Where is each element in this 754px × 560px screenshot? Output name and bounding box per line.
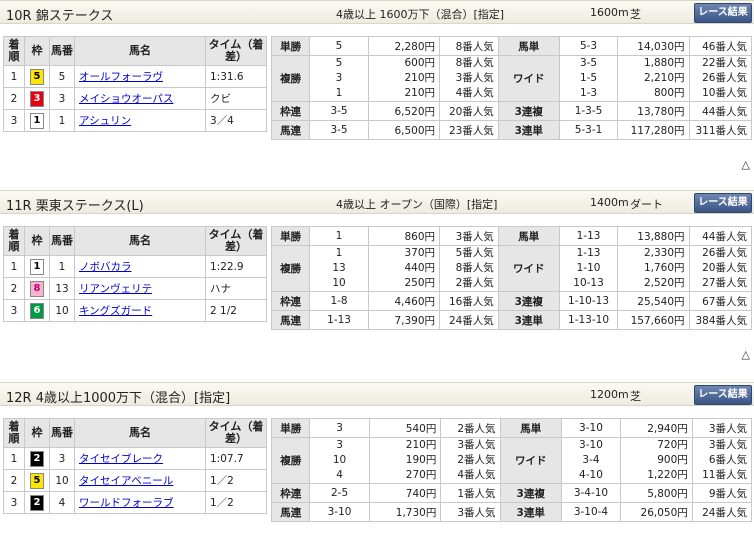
col-waku: 枠 bbox=[24, 226, 50, 256]
table-row: 1 5 5 オールフォーラヴ 1:31.6 bbox=[3, 65, 267, 88]
race-title: 12R 4歳以上1000万下（混合）[指定] bbox=[6, 391, 231, 406]
horse-name-link[interactable]: メイショウオーパス bbox=[79, 93, 173, 105]
waku-badge: 1 bbox=[30, 258, 44, 275]
col-name: 馬名 bbox=[74, 36, 206, 66]
page-top-icon[interactable]: △ bbox=[742, 158, 750, 171]
race-title: 11R 栗東ステークス(L) bbox=[6, 199, 144, 214]
waku-badge: 5 bbox=[30, 472, 44, 489]
result-table: 着順 枠 馬番 馬名 タイム（着差） 1 2 3 タイセイブレーク 1:07.7… bbox=[3, 418, 267, 514]
race-result-button[interactable]: レース結果 bbox=[694, 193, 752, 213]
col-name: 馬名 bbox=[74, 226, 206, 256]
col-num: 馬番 bbox=[49, 226, 75, 256]
waku-badge: 8 bbox=[30, 280, 44, 297]
col-waku: 枠 bbox=[24, 418, 50, 448]
race-section-12r: 12R 4歳以上1000万下（混合）[指定] 1200m 芝 レース結果 着順 … bbox=[0, 382, 754, 560]
horse-name-link[interactable]: オールフォーラヴ bbox=[79, 71, 163, 83]
race-distance: 1200m bbox=[590, 388, 629, 401]
payout-table: 単勝 1 860円 3番人気 馬単 1-13 13,880円 44番人気 複勝 … bbox=[270, 226, 753, 330]
col-waku: 枠 bbox=[24, 36, 50, 66]
table-row: 3 2 4 ワールドフォーラブ 1／2 bbox=[3, 491, 267, 514]
table-row: 3 1 1 アシュリン 3／4 bbox=[3, 109, 267, 132]
horse-name-link[interactable]: アシュリン bbox=[79, 115, 131, 127]
horse-name-link[interactable]: タイセイアベニール bbox=[79, 475, 173, 487]
payout-table: 単勝 5 2,280円 8番人気 馬単 5-3 14,030円 46番人気 複勝… bbox=[270, 36, 753, 140]
result-table: 着順 枠 馬番 馬名 タイム（着差） 1 5 5 オールフォーラヴ 1:31.6… bbox=[3, 36, 267, 132]
race-surface: 芝 bbox=[630, 390, 641, 403]
horse-name-link[interactable]: リアンヴェリテ bbox=[79, 283, 152, 295]
race-header: 10R 錦ステークス 4歳以上 1600万下（混合）[指定] 1600m 芝 レ… bbox=[0, 0, 754, 24]
waku-badge: 2 bbox=[30, 450, 44, 467]
col-rank: 着順 bbox=[3, 36, 25, 66]
race-distance: 1600m bbox=[590, 6, 629, 19]
race-header: 11R 栗東ステークス(L) 4歳以上 オープン（国際）[指定] 1400m ダ… bbox=[0, 190, 754, 214]
table-row: 3 6 10 キングズガード 2 1/2 bbox=[3, 299, 267, 322]
race-condition: 4歳以上 オープン（国際）[指定] bbox=[336, 198, 498, 211]
horse-name-link[interactable]: タイセイブレーク bbox=[79, 453, 163, 465]
col-time: タイム（着差） bbox=[205, 36, 267, 66]
race-title: 10R 錦ステークス bbox=[6, 9, 114, 24]
horse-name-link[interactable]: キングズガード bbox=[79, 305, 152, 317]
waku-badge: 1 bbox=[30, 112, 44, 129]
col-num: 馬番 bbox=[49, 418, 75, 448]
race-section-11r: 11R 栗東ステークス(L) 4歳以上 オープン（国際）[指定] 1400m ダ… bbox=[0, 190, 754, 368]
race-header: 12R 4歳以上1000万下（混合）[指定] 1200m 芝 レース結果 bbox=[0, 382, 754, 406]
table-row: 2 5 10 タイセイアベニール 1／2 bbox=[3, 469, 267, 492]
race-surface: ダート bbox=[630, 198, 663, 211]
waku-badge: 6 bbox=[30, 302, 44, 319]
col-name: 馬名 bbox=[74, 418, 206, 448]
waku-badge: 2 bbox=[30, 494, 44, 511]
horse-name-link[interactable]: ワールドフォーラブ bbox=[79, 497, 174, 509]
waku-badge: 5 bbox=[30, 68, 44, 85]
table-row: 2 8 13 リアンヴェリテ ハナ bbox=[3, 277, 267, 300]
page-top-icon[interactable]: △ bbox=[742, 348, 750, 361]
race-condition: 4歳以上 1600万下（混合）[指定] bbox=[336, 8, 505, 21]
col-rank: 着順 bbox=[3, 418, 25, 448]
payout-table: 単勝 3 540円 2番人気 馬単 3-10 2,940円 3番人気 複勝 31… bbox=[270, 418, 753, 522]
race-section-10r: 10R 錦ステークス 4歳以上 1600万下（混合）[指定] 1600m 芝 レ… bbox=[0, 0, 754, 178]
col-rank: 着順 bbox=[3, 226, 25, 256]
table-row: 1 2 3 タイセイブレーク 1:07.7 bbox=[3, 447, 267, 470]
race-surface: 芝 bbox=[630, 8, 641, 21]
result-table: 着順 枠 馬番 馬名 タイム（着差） 1 1 1 ノボバカラ 1:22.9 2 … bbox=[3, 226, 267, 322]
waku-badge: 3 bbox=[30, 90, 44, 107]
race-result-button[interactable]: レース結果 bbox=[694, 385, 752, 405]
race-result-button[interactable]: レース結果 bbox=[694, 3, 752, 23]
col-num: 馬番 bbox=[49, 36, 75, 66]
race-distance: 1400m bbox=[590, 196, 629, 209]
col-time: タイム（着差） bbox=[205, 226, 267, 256]
table-row: 2 3 3 メイショウオーパス クビ bbox=[3, 87, 267, 110]
table-row: 1 1 1 ノボバカラ 1:22.9 bbox=[3, 255, 267, 278]
horse-name-link[interactable]: ノボバカラ bbox=[79, 261, 132, 273]
col-time: タイム（着差） bbox=[205, 418, 267, 448]
